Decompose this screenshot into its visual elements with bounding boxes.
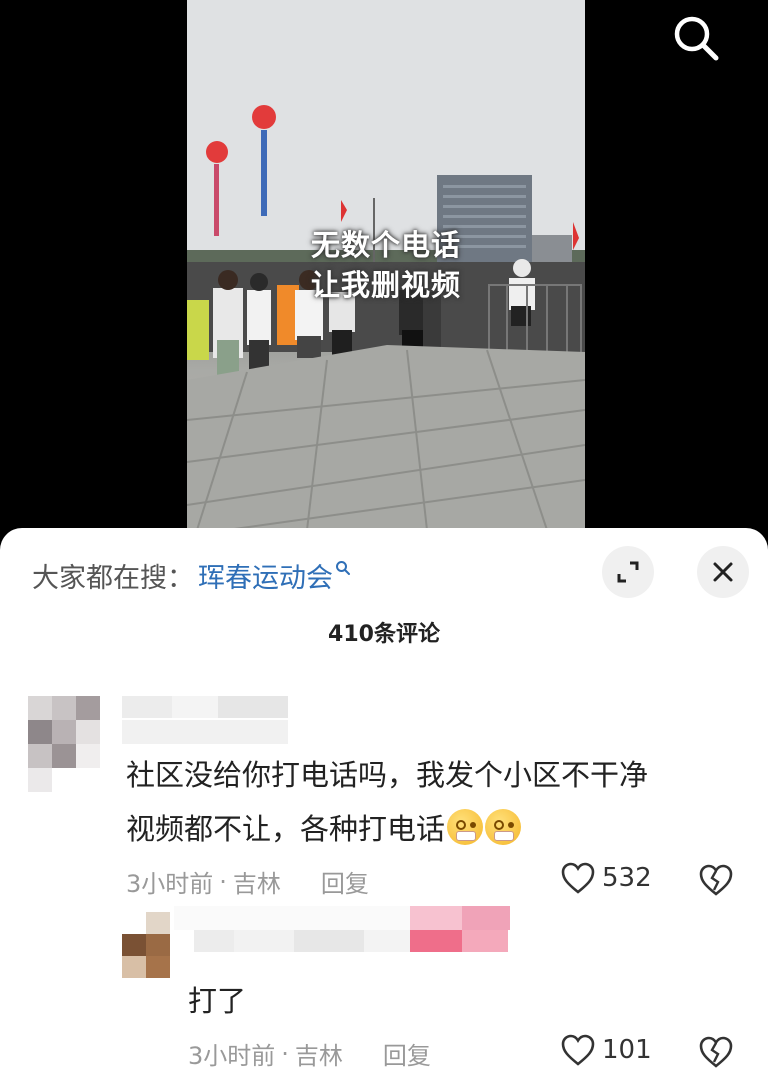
like-count: 101 [602,1035,652,1065]
heart-icon [561,1034,595,1066]
comment-time: 3小时前 [188,1042,276,1070]
heart-icon [561,862,595,894]
expand-icon [617,561,639,583]
comment-location: 吉林 [232,870,281,898]
comment-text-line-1: 社区没给你打电话吗，我发个小区不干净 [126,758,649,792]
comment-meta: 3小时前 · 吉林 回复 [126,864,369,899]
comment-location: 吉林 [294,1042,343,1070]
comment-count: 410条评论 [328,622,440,647]
comment-text: 打了 [188,984,247,1018]
close-button[interactable] [697,546,749,598]
video-caption-line-1: 无数个电话 [310,228,461,262]
username[interactable] [174,906,510,930]
video-frame[interactable]: 无数个电话 让我删视频 [187,0,585,530]
hot-search-keyword[interactable]: 珲春运动会 [198,556,333,595]
reply-button[interactable]: 回复 [321,864,369,899]
search-button[interactable] [668,10,724,66]
comment-text-line-2-wrap: 视频都不让，各种打电话 [126,802,648,856]
reply-button[interactable]: 回复 [383,1036,431,1071]
like-button[interactable]: 532 [560,861,652,895]
avatar[interactable] [28,696,100,792]
dislike-button[interactable] [698,1035,734,1073]
video-player[interactable]: 无数个电话 让我删视频 [0,0,768,530]
comment-text: 社区没给你打电话吗，我发个小区不干净 视频都不让，各种打电话 [126,748,648,856]
username-blur-lower [122,720,288,744]
like-button[interactable]: 101 [560,1033,652,1067]
emoji-icon [485,809,522,845]
dislike-button[interactable] [698,863,734,901]
avatar[interactable] [122,912,170,978]
emoji-icon [447,809,484,845]
video-caption-line-2: 让我删视频 [310,268,461,302]
expand-button[interactable] [602,546,654,598]
hot-search-prefix: 大家都在搜： [32,562,194,594]
like-count: 532 [602,863,652,893]
hot-search-bar: 大家都在搜： 珲春运动会 [32,550,351,600]
broken-heart-icon [699,1036,733,1068]
meta-separator: · [281,1039,289,1068]
search-icon [674,16,719,61]
comment-time: 3小时前 [126,870,214,898]
close-icon [713,562,733,582]
comment-sheet: 大家都在搜： 珲春运动会 410条评论 社区没给你打电话吗，我发个小区不干净 视… [0,528,768,1080]
comment-meta: 3小时前 · 吉林 回复 [188,1036,431,1071]
username[interactable] [122,696,288,718]
broken-heart-icon [699,864,733,896]
keyword-search-icon [335,552,351,583]
username-blur-lower [194,930,508,952]
comment-text-line-2: 视频都不让，各种打电话 [126,812,446,846]
meta-separator: · [219,867,227,896]
